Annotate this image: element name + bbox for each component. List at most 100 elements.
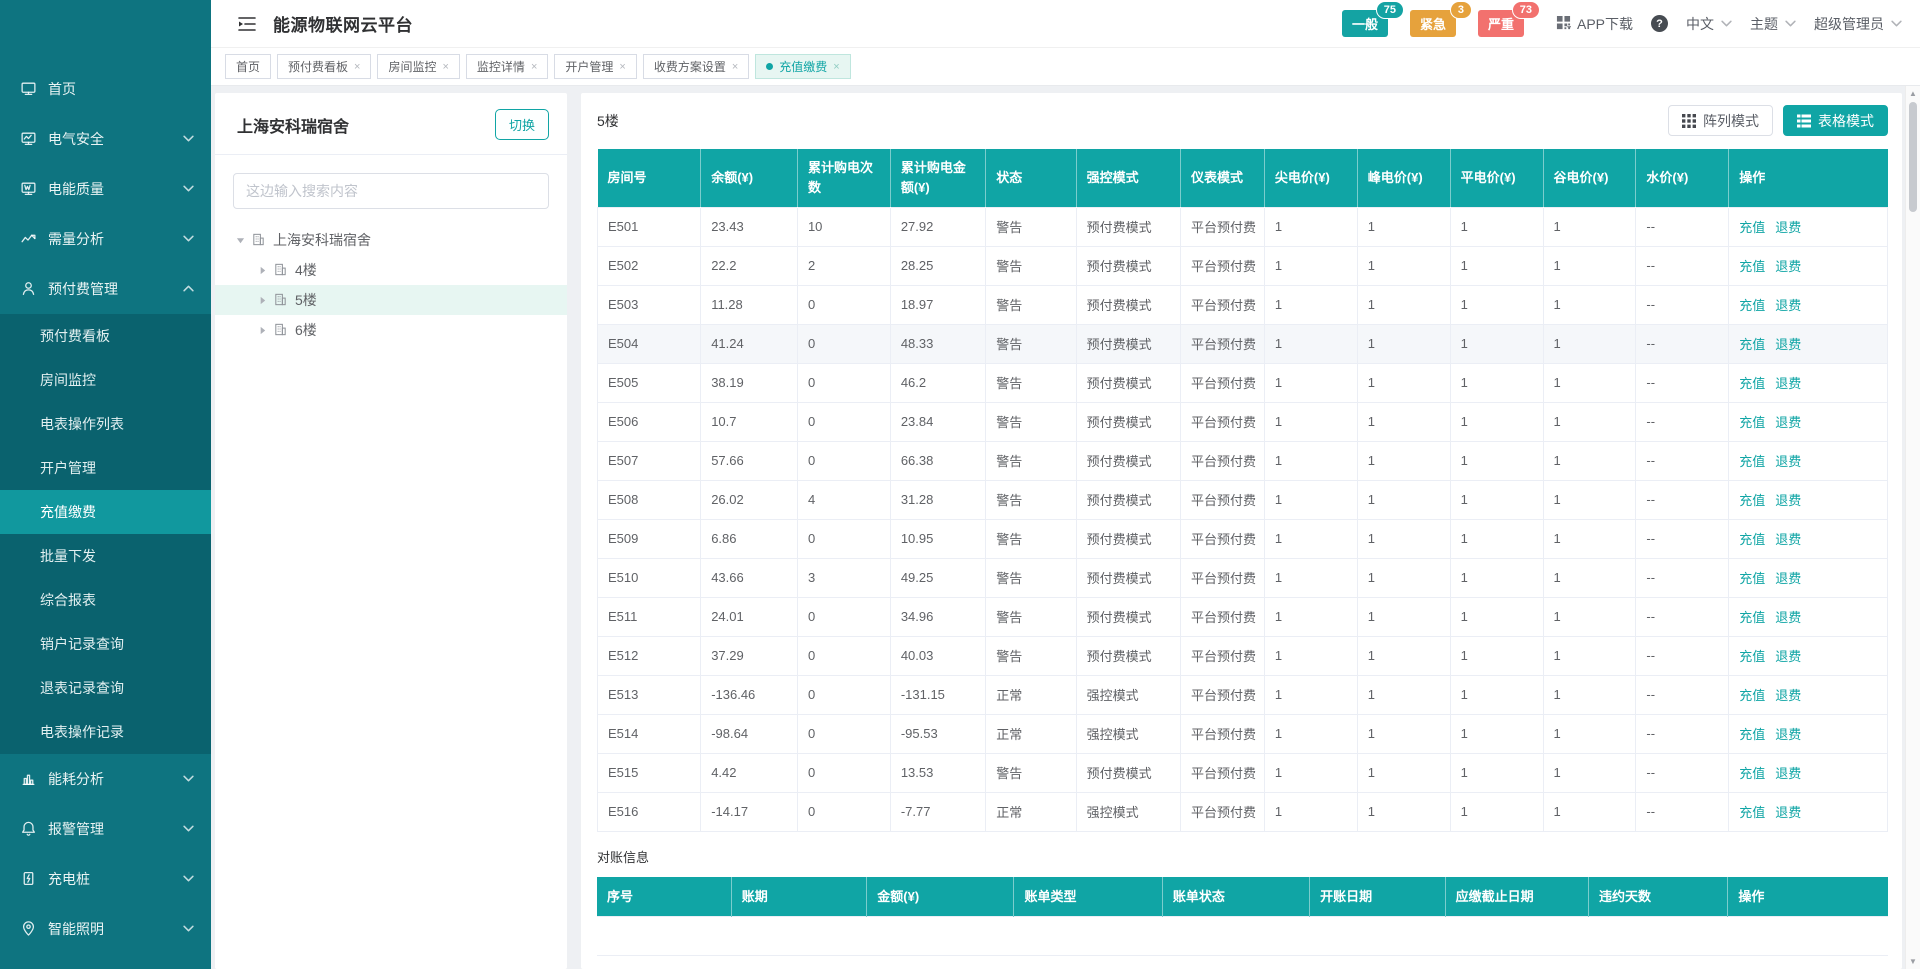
recharge-link[interactable]: 充值 bbox=[1739, 298, 1765, 313]
close-icon[interactable]: × bbox=[354, 61, 360, 73]
tab-监控详情[interactable]: 监控详情× bbox=[466, 54, 548, 79]
recharge-link[interactable]: 充值 bbox=[1739, 259, 1765, 274]
refund-link[interactable]: 退费 bbox=[1775, 610, 1801, 625]
alarm-badge-1[interactable]: 紧急3 bbox=[1410, 10, 1456, 37]
recharge-link[interactable]: 充值 bbox=[1739, 415, 1765, 430]
tree-root-node[interactable]: 上海安科瑞宿舍 bbox=[215, 225, 567, 255]
recharge-link[interactable]: 充值 bbox=[1739, 493, 1765, 508]
sidebar-item-lighting[interactable]: 智能照明 bbox=[0, 904, 211, 954]
sidebar-subitem-电表操作记录[interactable]: 电表操作记录 bbox=[0, 710, 211, 754]
caret-right-icon[interactable] bbox=[255, 326, 269, 335]
sidebar-subitem-销户记录查询[interactable]: 销户记录查询 bbox=[0, 622, 211, 666]
tree-search-input[interactable] bbox=[233, 173, 549, 209]
sidebar-item-quality[interactable]: 电能质量 bbox=[0, 164, 211, 214]
sidebar-item-safety[interactable]: 电气安全 bbox=[0, 114, 211, 164]
refund-link[interactable]: 退费 bbox=[1775, 727, 1801, 742]
sidebar-item-alarm[interactable]: 报警管理 bbox=[0, 804, 211, 854]
recharge-link[interactable]: 充值 bbox=[1739, 649, 1765, 664]
tab-预付费看板[interactable]: 预付费看板× bbox=[277, 54, 371, 79]
refund-link[interactable]: 退费 bbox=[1775, 688, 1801, 703]
refund-link[interactable]: 退费 bbox=[1775, 454, 1801, 469]
room-row-E507: E50757.66066.38警告预付费模式平台预付费1111--充值退费 bbox=[598, 441, 1888, 480]
app-download-link[interactable]: APP下载 bbox=[1556, 14, 1633, 34]
recharge-link[interactable]: 充值 bbox=[1739, 337, 1765, 352]
tree-node-5楼[interactable]: 5楼 bbox=[215, 285, 567, 315]
cell: 1 bbox=[1543, 597, 1636, 636]
vertical-scrollbar[interactable]: ▲ ▼ bbox=[1905, 86, 1920, 969]
sidebar-item-home[interactable]: 首页 bbox=[0, 64, 211, 114]
cell: -- bbox=[1636, 597, 1729, 636]
recharge-link[interactable]: 充值 bbox=[1739, 727, 1765, 742]
scroll-up-arrow[interactable]: ▲ bbox=[1906, 89, 1920, 98]
sidebar-subitem-开户管理[interactable]: 开户管理 bbox=[0, 446, 211, 490]
close-icon[interactable]: × bbox=[531, 61, 537, 73]
table-mode-button[interactable]: 表格模式 bbox=[1783, 105, 1888, 136]
refund-link[interactable]: 退费 bbox=[1775, 805, 1801, 820]
tab-充值缴费[interactable]: 充值缴费× bbox=[755, 54, 850, 79]
collapse-menu-icon[interactable] bbox=[237, 16, 257, 32]
power-quality-icon bbox=[20, 180, 38, 198]
scroll-down-arrow[interactable]: ▼ bbox=[1906, 957, 1920, 966]
sidebar-subitem-批量下发[interactable]: 批量下发 bbox=[0, 534, 211, 578]
sidebar-item-prepaid[interactable]: 预付费管理 bbox=[0, 264, 211, 314]
cell: E505 bbox=[598, 363, 701, 402]
refund-link[interactable]: 退费 bbox=[1775, 376, 1801, 391]
refund-link[interactable]: 退费 bbox=[1775, 766, 1801, 781]
grid-mode-button[interactable]: 阵列模式 bbox=[1668, 105, 1773, 136]
refund-link[interactable]: 退费 bbox=[1775, 220, 1801, 235]
cell: 预付费模式 bbox=[1076, 636, 1180, 675]
cell: 1 bbox=[1264, 441, 1357, 480]
chevron-down-icon bbox=[1891, 20, 1902, 27]
sidebar-subitem-房间监控[interactable]: 房间监控 bbox=[0, 358, 211, 402]
tab-首页[interactable]: 首页 bbox=[225, 54, 271, 79]
alarm-badge-0[interactable]: 一般75 bbox=[1342, 10, 1388, 37]
sidebar-item-energy[interactable]: 能耗分析 bbox=[0, 754, 211, 804]
recharge-link[interactable]: 充值 bbox=[1739, 571, 1765, 586]
refund-link[interactable]: 退费 bbox=[1775, 493, 1801, 508]
tab-开户管理[interactable]: 开户管理× bbox=[554, 54, 636, 79]
refund-link[interactable]: 退费 bbox=[1775, 337, 1801, 352]
cell: 40.03 bbox=[890, 636, 985, 675]
language-dropdown[interactable]: 中文 bbox=[1686, 14, 1732, 34]
refund-link[interactable]: 退费 bbox=[1775, 532, 1801, 547]
tree-node-6楼[interactable]: 6楼 bbox=[215, 315, 567, 345]
sidebar-subitem-退表记录查询[interactable]: 退表记录查询 bbox=[0, 666, 211, 710]
row-actions: 充值退费 bbox=[1729, 597, 1888, 636]
sidebar-item-charging[interactable]: 充电桩 bbox=[0, 854, 211, 904]
sidebar-item-demand[interactable]: 需量分析 bbox=[0, 214, 211, 264]
refund-link[interactable]: 退费 bbox=[1775, 571, 1801, 586]
refund-link[interactable]: 退费 bbox=[1775, 259, 1801, 274]
tab-房间监控[interactable]: 房间监控× bbox=[377, 54, 459, 79]
scrollbar-thumb[interactable] bbox=[1909, 102, 1917, 212]
close-icon[interactable]: × bbox=[732, 61, 738, 73]
close-icon[interactable]: × bbox=[619, 61, 625, 73]
close-icon[interactable]: × bbox=[442, 61, 448, 73]
sidebar-subitem-预付费看板[interactable]: 预付费看板 bbox=[0, 314, 211, 358]
recharge-link[interactable]: 充值 bbox=[1739, 805, 1765, 820]
user-dropdown[interactable]: 超级管理员 bbox=[1814, 14, 1902, 34]
caret-right-icon[interactable] bbox=[255, 296, 269, 305]
tree-node-4楼[interactable]: 4楼 bbox=[215, 255, 567, 285]
cell: 预付费模式 bbox=[1076, 363, 1180, 402]
tab-收费方案设置[interactable]: 收费方案设置× bbox=[643, 54, 749, 79]
recharge-link[interactable]: 充值 bbox=[1739, 454, 1765, 469]
recharge-link[interactable]: 充值 bbox=[1739, 610, 1765, 625]
caret-right-icon[interactable] bbox=[255, 266, 269, 275]
recharge-link[interactable]: 充值 bbox=[1739, 532, 1765, 547]
close-icon[interactable]: × bbox=[833, 61, 839, 73]
recharge-link[interactable]: 充值 bbox=[1739, 766, 1765, 781]
recharge-link[interactable]: 充值 bbox=[1739, 376, 1765, 391]
recharge-link[interactable]: 充值 bbox=[1739, 220, 1765, 235]
help-icon[interactable]: ? bbox=[1651, 15, 1668, 32]
refund-link[interactable]: 退费 bbox=[1775, 298, 1801, 313]
theme-dropdown[interactable]: 主题 bbox=[1750, 14, 1796, 34]
alarm-badge-2[interactable]: 严重73 bbox=[1478, 10, 1524, 37]
caret-down-icon[interactable] bbox=[233, 236, 247, 245]
recharge-link[interactable]: 充值 bbox=[1739, 688, 1765, 703]
sidebar-subitem-电表操作列表[interactable]: 电表操作列表 bbox=[0, 402, 211, 446]
refund-link[interactable]: 退费 bbox=[1775, 415, 1801, 430]
sidebar-subitem-充值缴费[interactable]: 充值缴费 bbox=[0, 490, 211, 534]
refund-link[interactable]: 退费 bbox=[1775, 649, 1801, 664]
switch-building-button[interactable]: 切换 bbox=[495, 109, 549, 140]
sidebar-subitem-综合报表[interactable]: 综合报表 bbox=[0, 578, 211, 622]
